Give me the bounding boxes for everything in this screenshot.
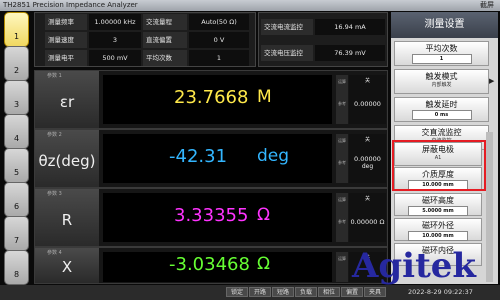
trigger-delay-value[interactable]: 0 ms: [411, 110, 472, 120]
param-name-3: R: [61, 211, 73, 229]
freq-label: 测量频率: [45, 14, 87, 30]
ac-range-label: 交流量程: [143, 14, 187, 30]
param-unit-2: deg: [257, 146, 290, 166]
param-value-3: 3.33355: [174, 205, 249, 226]
load-button[interactable]: 负载: [295, 287, 317, 297]
param-label-2[interactable]: 参数 2 θz(deg): [35, 130, 99, 187]
dc-bias-label: 直流偏置: [143, 32, 187, 48]
ac-voltage-monitor-label: 交流电压监控: [261, 45, 313, 61]
param-ref-2: 0.00000: [354, 155, 381, 163]
param-name-2: θz(deg): [38, 152, 96, 170]
param-row-3[interactable]: 参数 3 R 3.33355 Ω 运算 参考 关 0.00000 Ω: [34, 188, 388, 247]
screenshot-button[interactable]: 截屏: [480, 0, 494, 11]
level-label: 测量电平: [45, 50, 87, 66]
datetime: 2022-8-29 09:22:37: [408, 288, 473, 296]
sidebar-title: 测量设置: [391, 12, 498, 38]
param-name-4: X: [61, 258, 73, 276]
param-side-1: 运算 参考 关 0.00000: [336, 75, 386, 124]
param-value-1: 23.7668: [174, 87, 249, 108]
average-count-value[interactable]: 1: [411, 54, 472, 64]
avg-label: 平均次数: [143, 50, 187, 66]
ac-voltage-monitor-value: 76.39 mV: [315, 45, 385, 61]
sidebar-item-ring-outer-diameter[interactable]: 磁环外径 10.000 mm: [394, 218, 482, 241]
dc-bias-value[interactable]: 0 V: [189, 32, 249, 48]
param-side-2: 运算 参考 关 0.00000 deg: [336, 134, 386, 183]
fixture-button[interactable]: 夹具: [364, 287, 386, 297]
chevron-right-icon[interactable]: ▶: [489, 77, 494, 85]
ac-range-value[interactable]: Auto(50 Ω): [189, 14, 249, 30]
param-row-2[interactable]: 参数 2 θz(deg) -42.31 deg 运算 参考 关 0.00000 deg: [34, 129, 388, 188]
highlight-box: [392, 140, 486, 191]
param-label-3[interactable]: 参数 3 R: [35, 189, 99, 246]
tab-5[interactable]: 5: [4, 148, 29, 183]
measurement-settings-panel: 测量频率 1.00000 kHz 交流量程 Auto(50 Ω) 测量速度 3 …: [34, 12, 256, 67]
sidebar-item-average-count[interactable]: 平均次数 1: [394, 41, 489, 66]
param-ref-3: 0.00000 Ω: [350, 218, 385, 226]
monitor-panel: 交流电流监控 16.94 mA 交流电压监控 76.39 mV: [258, 12, 388, 67]
param-label-4[interactable]: 参数 4 X: [35, 248, 99, 283]
sidebar-item-trigger-delay[interactable]: 触发延时 0 ms: [394, 97, 489, 122]
tab-1[interactable]: 1: [4, 12, 29, 47]
tab-4[interactable]: 4: [4, 114, 29, 149]
page-tabs: 1 2 3 4 5 6 7 8: [4, 12, 31, 285]
param-ref-1: 0.00000: [354, 100, 381, 108]
param-value-2: -42.31: [169, 146, 228, 167]
freq-value[interactable]: 1.00000 kHz: [89, 14, 141, 30]
param-display-4: -3.03468 Ω: [103, 252, 332, 282]
window-title: TH2851 Precision Impedance Analyzer: [3, 1, 138, 9]
ac-current-monitor-label: 交流电流监控: [261, 19, 313, 35]
speed-value[interactable]: 3: [89, 32, 141, 48]
param-unit-4: Ω: [257, 254, 270, 274]
param-row-4[interactable]: 参数 4 X -3.03468 Ω 运算 关: [34, 247, 388, 284]
param-name-1: εr: [59, 93, 75, 111]
sidebar-item-trigger-mode[interactable]: 触发模式 内部触发: [394, 69, 489, 94]
lock-button[interactable]: 锁定: [226, 287, 248, 297]
param-display-2: -42.31 deg: [103, 134, 332, 183]
title-bar: TH2851 Precision Impedance Analyzer 截屏: [0, 0, 500, 11]
level-value[interactable]: 500 mV: [89, 50, 141, 66]
tab-8[interactable]: 8: [4, 250, 29, 285]
avg-value[interactable]: 1: [189, 50, 249, 66]
short-button[interactable]: 短路: [272, 287, 294, 297]
speed-label: 测量速度: [45, 32, 87, 48]
bias-button[interactable]: 偏置: [341, 287, 363, 297]
param-display-3: 3.33355 Ω: [103, 193, 332, 242]
ac-current-monitor-value: 16.94 mA: [315, 19, 385, 35]
param-label-1[interactable]: 参数 1 εr: [35, 71, 99, 128]
agitek-logo: Agitek: [352, 246, 476, 286]
phase-button[interactable]: 相位: [318, 287, 340, 297]
param-side-3: 运算 参考 关 0.00000 Ω: [336, 193, 386, 242]
param-row-1[interactable]: 参数 1 εr 23.7668 M 运算 参考 关 0.00000: [34, 70, 388, 129]
sidebar-scrollbar[interactable]: [486, 132, 493, 282]
param-unit-3: Ω: [257, 205, 270, 225]
ring-outer-diameter-value[interactable]: 10.000 mm: [408, 231, 468, 241]
ring-height-value[interactable]: 5.0000 mm: [408, 206, 468, 216]
param-value-4: -3.03468: [169, 254, 250, 275]
sidebar-item-ring-height[interactable]: 磁环高度 5.0000 mm: [394, 193, 482, 216]
tab-6[interactable]: 6: [4, 182, 29, 217]
bottom-toolbar: 锁定 开路 短路 负载 相位 偏置 夹具 2022-8-29 09:22:37: [0, 285, 500, 300]
tab-7[interactable]: 7: [4, 216, 29, 251]
param-unit-1: M: [257, 87, 272, 107]
open-button[interactable]: 开路: [249, 287, 271, 297]
param-display-1: 23.7668 M: [103, 75, 332, 124]
tab-2[interactable]: 2: [4, 46, 29, 81]
tab-3[interactable]: 3: [4, 80, 29, 115]
